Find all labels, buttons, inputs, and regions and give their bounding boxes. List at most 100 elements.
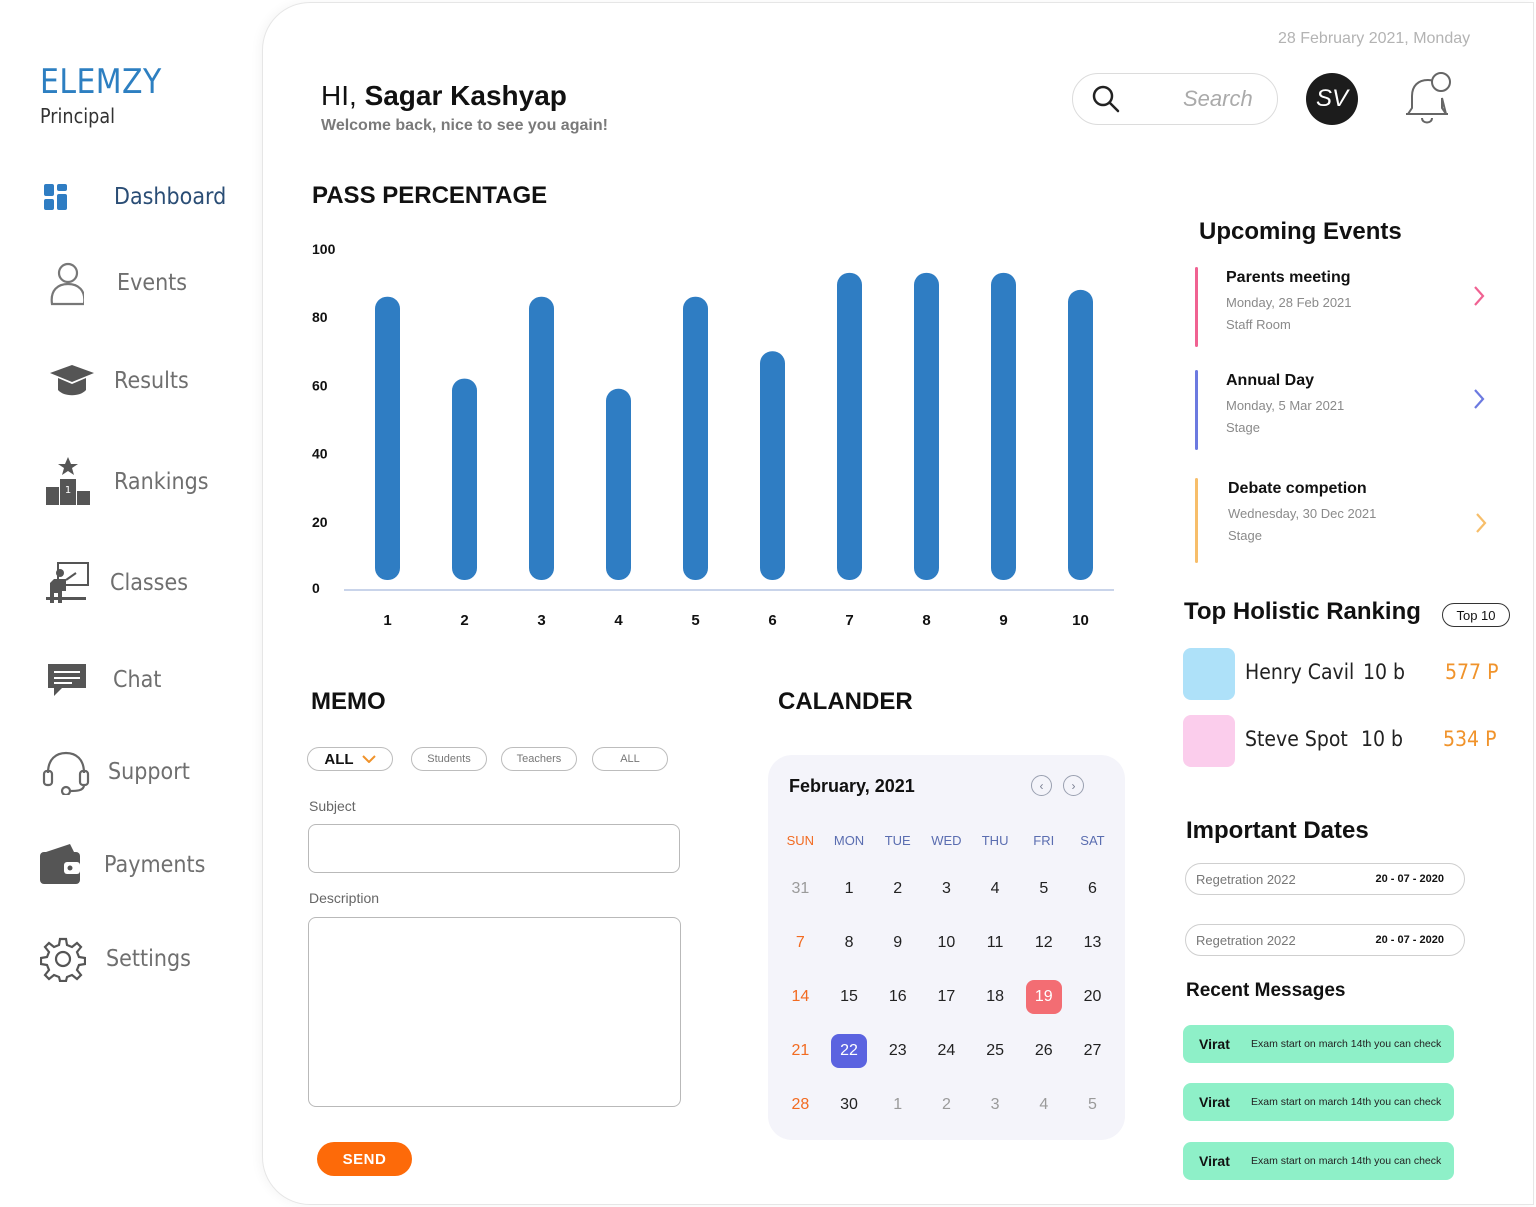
calendar-day[interactable]: 24: [922, 1034, 971, 1068]
y-tick-label: 100: [312, 241, 336, 257]
bar: [683, 296, 708, 580]
calendar-day[interactable]: 3: [971, 1088, 1020, 1122]
search-bar[interactable]: [1072, 73, 1278, 125]
calendar-day[interactable]: 4: [971, 872, 1020, 906]
y-tick-label: 60: [312, 377, 328, 393]
x-tick-label: 1: [383, 612, 391, 629]
sidebar-item-chat[interactable]: Chat: [40, 655, 167, 705]
chevron-right-icon[interactable]: [1475, 512, 1487, 534]
memo-filter-teachers[interactable]: Teachers: [501, 747, 577, 771]
calendar-day[interactable]: 5: [1068, 1088, 1117, 1122]
calendar-day[interactable]: 31: [776, 872, 825, 906]
calendar-day[interactable]: 14: [776, 980, 825, 1014]
calendar-day[interactable]: 9: [873, 926, 922, 960]
sidebar-item-events[interactable]: Events: [40, 258, 195, 308]
calendar-day[interactable]: 8: [825, 926, 874, 960]
calendar-day[interactable]: 10: [922, 926, 971, 960]
sidebar-item-classes[interactable]: Classes: [40, 558, 197, 608]
calendar-day[interactable]: 11: [971, 926, 1020, 960]
sidebar-item-label: Classes: [110, 570, 188, 596]
chevron-left-icon[interactable]: ‹: [1031, 775, 1052, 796]
message-item[interactable]: Virat Exam start on march 14th you can c…: [1183, 1142, 1454, 1180]
calendar-day[interactable]: 23: [873, 1034, 922, 1068]
send-button[interactable]: SEND: [317, 1142, 412, 1176]
calendar-day[interactable]: 26: [1019, 1034, 1068, 1068]
chevron-right-icon[interactable]: ›: [1063, 775, 1084, 796]
bar: [760, 351, 785, 580]
sidebar-item-support[interactable]: Support: [40, 747, 199, 797]
calendar-day[interactable]: 30: [825, 1088, 874, 1122]
calendar-day[interactable]: 17: [922, 980, 971, 1014]
calendar-day[interactable]: 22: [825, 1034, 874, 1068]
sidebar-item-dashboard[interactable]: Dashboard: [40, 172, 239, 222]
calendar-day[interactable]: 16: [873, 980, 922, 1014]
event-item[interactable]: Debate competion Wednesday, 30 Dec 2021 …: [1195, 478, 1495, 563]
avatar[interactable]: SV: [1306, 73, 1358, 125]
subject-input[interactable]: [308, 824, 680, 873]
event-item[interactable]: Annual Day Monday, 5 Mar 2021 Stage: [1195, 370, 1495, 450]
x-tick-label: 5: [691, 612, 699, 629]
calendar-day[interactable]: 12: [1019, 926, 1068, 960]
calendar-day[interactable]: 4: [1019, 1088, 1068, 1122]
calendar-day[interactable]: 5: [1019, 872, 1068, 906]
calendar-day[interactable]: 25: [971, 1034, 1020, 1068]
bell-icon[interactable]: [1400, 68, 1456, 133]
message-item[interactable]: Virat Exam start on march 14th you can c…: [1183, 1083, 1454, 1121]
search-input[interactable]: [1183, 82, 1269, 116]
calendar-day[interactable]: 2: [922, 1088, 971, 1122]
message-item[interactable]: Virat Exam start on march 14th you can c…: [1183, 1025, 1454, 1063]
x-tick-label: 10: [1072, 612, 1089, 629]
student-class: 10 b: [1363, 660, 1406, 684]
important-date-item[interactable]: Regetration 2022 20 - 07 - 2020: [1185, 924, 1465, 956]
message-text: Exam start on march 14th you can check: [1251, 1038, 1442, 1050]
ranking-row: Henry Cavil 10 b 577 P: [1183, 648, 1513, 700]
calendar-month: February, 2021: [789, 776, 915, 796]
calendar-day[interactable]: 1: [873, 1088, 922, 1122]
sidebar-item-results[interactable]: Results: [40, 356, 197, 406]
event-place: Staff Room: [1226, 317, 1291, 332]
memo-title: MEMO: [311, 688, 386, 715]
welcome-message: Welcome back, nice to see you again!: [321, 117, 608, 134]
teacher-board-icon: [40, 558, 96, 608]
memo-filter-students[interactable]: Students: [411, 747, 487, 771]
calendar-day[interactable]: 18: [971, 980, 1020, 1014]
memo-filter-dropdown[interactable]: ALL: [307, 747, 393, 771]
calendar-day[interactable]: 7: [776, 926, 825, 960]
calendar-week-row: 28 30 1 2 3 4 5: [776, 1078, 1117, 1132]
memo-filter-all[interactable]: ALL: [592, 747, 668, 771]
calendar-day[interactable]: 20: [1068, 980, 1117, 1014]
student-class: 10 b: [1361, 727, 1404, 751]
calendar-day[interactable]: 15: [825, 980, 874, 1014]
message-sender: Virat: [1199, 1094, 1230, 1110]
sidebar-item-rankings[interactable]: 1 Rankings: [40, 457, 219, 507]
sidebar-item-settings[interactable]: Settings: [40, 934, 200, 984]
chevron-right-icon[interactable]: [1473, 388, 1485, 410]
important-date-item[interactable]: Regetration 2022 20 - 07 - 2020: [1185, 863, 1465, 895]
sidebar-item-label: Dashboard: [114, 184, 227, 210]
calendar-weekday-row: SUN MON TUE WED THU FRI SAT: [776, 830, 1117, 850]
calendar-day[interactable]: 19: [1019, 980, 1068, 1014]
calendar-day[interactable]: 2: [873, 872, 922, 906]
calendar-day[interactable]: 3: [922, 872, 971, 906]
event-title: Debate competion: [1228, 480, 1367, 497]
sidebar-item-label: Payments: [104, 852, 206, 878]
top-10-badge[interactable]: Top 10: [1442, 603, 1510, 627]
message-text: Exam start on march 14th you can check: [1251, 1096, 1442, 1108]
x-tick-label: 8: [922, 612, 930, 629]
calendar-day[interactable]: 21: [776, 1034, 825, 1068]
calendar-day[interactable]: 27: [1068, 1034, 1117, 1068]
search-icon[interactable]: [1091, 84, 1121, 119]
sidebar-item-payments[interactable]: Payments: [40, 840, 217, 890]
event-item[interactable]: Parents meeting Monday, 28 Feb 2021 Staf…: [1195, 267, 1495, 347]
calendar-weekday: FRI: [1033, 832, 1055, 848]
calendar-day[interactable]: 13: [1068, 926, 1117, 960]
x-tick-label: 2: [460, 612, 468, 629]
bar: [452, 378, 477, 580]
chevron-right-icon[interactable]: [1473, 285, 1485, 307]
bar: [606, 388, 631, 580]
dashboard-icon: [40, 172, 96, 222]
calendar-day[interactable]: 28: [776, 1088, 825, 1122]
calendar-day[interactable]: 6: [1068, 872, 1117, 906]
description-input[interactable]: [308, 917, 681, 1107]
calendar-day[interactable]: 1: [825, 872, 874, 906]
